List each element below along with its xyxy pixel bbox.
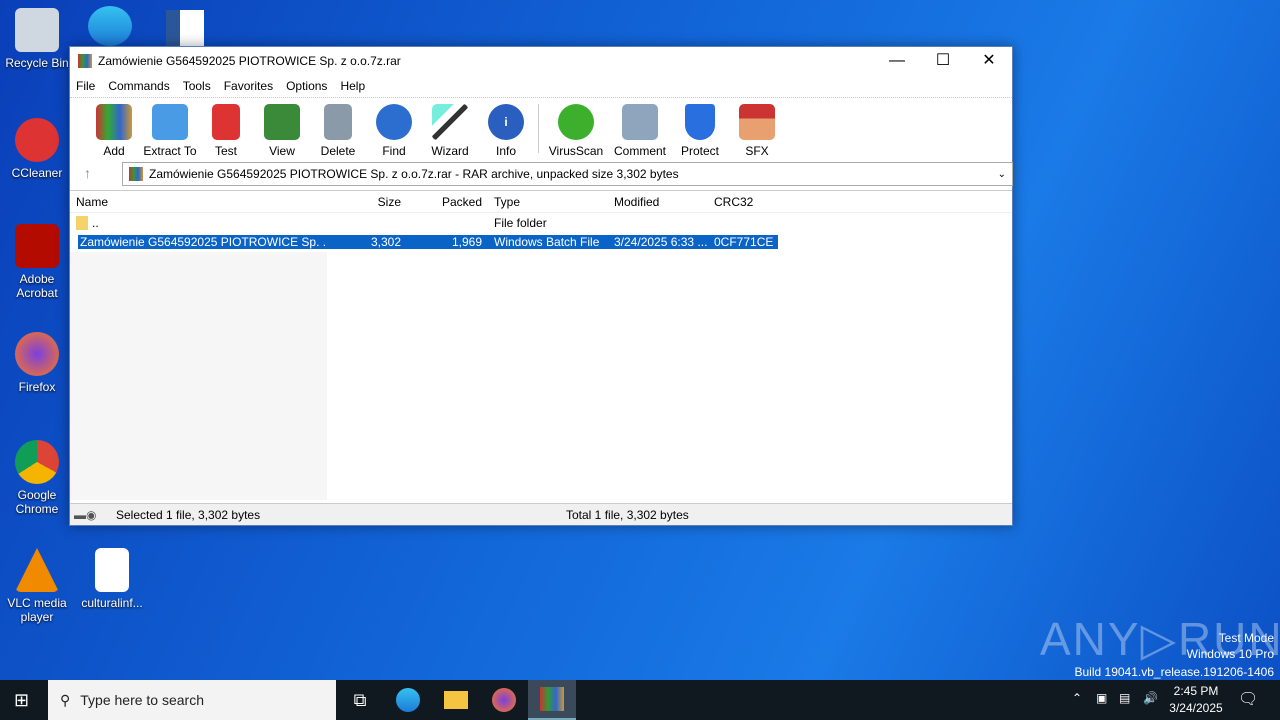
watermark-edition: Windows 10 Pro — [1186, 647, 1274, 661]
view-button[interactable]: View — [254, 98, 310, 159]
window-title: Zamówienie G564592025 PIOTROWICE Sp. z o… — [98, 54, 401, 68]
info-button[interactable]: i Info — [478, 98, 534, 159]
info-icon: i — [488, 104, 524, 140]
ccleaner-icon — [15, 118, 59, 162]
chevron-up-icon[interactable]: ⌃ — [1072, 691, 1082, 705]
address-bar[interactable]: Zamówienie G564592025 PIOTROWICE Sp. z o… — [122, 162, 1013, 186]
menu-bar: File Commands Tools Favorites Options He… — [70, 75, 1012, 97]
recycle-bin-icon — [15, 8, 59, 52]
delete-button[interactable]: Delete — [310, 98, 366, 159]
winrar-icon — [78, 54, 92, 68]
column-header-packed[interactable]: Packed — [407, 195, 488, 209]
wizard-button[interactable]: Wizard — [422, 98, 478, 159]
acrobat-icon — [15, 224, 59, 268]
column-header-type[interactable]: Type — [488, 195, 608, 209]
column-header-name[interactable]: Name — [70, 195, 327, 209]
add-button[interactable]: Add — [86, 98, 142, 159]
sfx-box-icon — [739, 104, 775, 140]
minimize-button[interactable]: — — [874, 47, 920, 75]
close-button[interactable]: ✕ — [966, 47, 1012, 75]
desktop-icon-recycle-bin[interactable]: Recycle Bin — [2, 8, 72, 70]
menu-commands[interactable]: Commands — [108, 79, 169, 93]
desktop-icon-word[interactable] — [166, 10, 204, 46]
drive-icon: ▬◉ — [74, 507, 97, 522]
winrar-taskbar-icon[interactable] — [528, 680, 576, 720]
shield-icon — [685, 104, 715, 140]
folder-icon — [76, 215, 88, 230]
clock[interactable]: 2:45 PM 3/24/2025 — [1166, 683, 1226, 717]
chevron-down-icon[interactable]: ⌄ — [992, 169, 1012, 180]
column-header-crc32[interactable]: CRC32 — [708, 195, 778, 209]
chrome-icon — [15, 440, 59, 484]
book-icon — [264, 104, 300, 140]
volume-icon[interactable]: 🔊 — [1143, 691, 1158, 705]
desktop-icon-vlc[interactable]: VLC media player — [2, 548, 72, 624]
menu-file[interactable]: File — [76, 79, 95, 93]
file-list: Name Size Packed Type Modified CRC32 .. … — [70, 190, 1012, 503]
test-button[interactable]: Test — [198, 98, 254, 159]
name-column-shade — [70, 252, 327, 500]
meet-now-icon[interactable]: ▣ — [1096, 691, 1107, 705]
desktop-icon-acrobat[interactable]: Adobe Acrobat — [2, 224, 72, 300]
archive-add-icon — [96, 104, 132, 140]
address-text: Zamówienie G564592025 PIOTROWICE Sp. z o… — [149, 167, 679, 181]
status-left: Selected 1 file, 3,302 bytes — [116, 507, 261, 522]
firefox-taskbar-icon[interactable] — [480, 680, 528, 720]
sfx-button[interactable]: SFX — [729, 98, 785, 159]
column-headers: Name Size Packed Type Modified CRC32 — [70, 191, 1012, 213]
network-icon[interactable]: ▤ — [1119, 691, 1130, 705]
menu-favorites[interactable]: Favorites — [224, 79, 273, 93]
comment-button[interactable]: Comment — [609, 98, 671, 159]
edge-taskbar-icon[interactable] — [384, 680, 432, 720]
status-right: Total 1 file, 3,302 bytes — [566, 507, 689, 522]
find-button[interactable]: Find — [366, 98, 422, 159]
file-explorer-icon[interactable] — [432, 680, 480, 720]
trash-icon — [324, 104, 352, 140]
task-view-icon[interactable]: ⧉ — [336, 680, 384, 720]
start-button[interactable]: ⊞ — [14, 690, 29, 711]
winrar-window: Zamówienie G564592025 PIOTROWICE Sp. z o… — [69, 46, 1013, 526]
protect-button[interactable]: Protect — [671, 98, 729, 159]
table-row-selected[interactable]: Zamówienie G564592025 PIOTROWICE Sp. ...… — [70, 232, 778, 251]
watermark-build: Build 19041.vb_release.191206-1406 — [1074, 665, 1275, 679]
virus-scan-icon — [558, 104, 594, 140]
taskbar: ⊞ ⚲ Type here to search ⧉ ⌃ ▣ ▤ 🔊 2:45 PM… — [0, 680, 1280, 720]
comment-icon — [622, 104, 658, 140]
menu-options[interactable]: Options — [286, 79, 327, 93]
column-header-size[interactable]: Size — [327, 195, 407, 209]
menu-help[interactable]: Help — [340, 79, 365, 93]
notification-icon[interactable]: 🗨 — [1238, 689, 1258, 709]
taskbar-search[interactable]: ⚲ Type here to search — [48, 680, 336, 720]
virusscan-button[interactable]: VirusScan — [543, 98, 609, 159]
search-icon: ⚲ — [60, 691, 71, 708]
magnifier-icon — [376, 104, 412, 140]
desktop-icon-firefox[interactable]: Firefox — [2, 332, 72, 394]
magic-wand-icon — [432, 104, 468, 140]
menu-tools[interactable]: Tools — [183, 79, 211, 93]
desktop-icon-culturalinf[interactable]: culturalinf... — [77, 548, 147, 610]
toolbar-separator — [538, 104, 539, 153]
clipboard-check-icon — [212, 104, 240, 140]
title-bar: Zamówienie G564592025 PIOTROWICE Sp. z o… — [70, 47, 1012, 75]
desktop-icon-chrome[interactable]: Google Chrome — [2, 440, 72, 516]
vlc-icon — [15, 548, 59, 592]
desktop-icon-edge[interactable] — [88, 6, 132, 46]
column-header-modified[interactable]: Modified — [608, 195, 708, 209]
toolbar: Add Extract To Test View Delete Find Wiz… — [70, 97, 1012, 159]
firefox-icon — [15, 332, 59, 376]
image-file-icon — [95, 548, 129, 592]
extract-to-button[interactable]: Extract To — [142, 98, 198, 159]
desktop-icon-ccleaner[interactable]: CCleaner — [2, 118, 72, 180]
folder-extract-icon — [152, 104, 188, 140]
table-row[interactable]: .. File folder — [70, 213, 1012, 232]
watermark-test-mode: Test Mode — [1218, 631, 1274, 645]
rar-archive-icon — [129, 167, 143, 181]
maximize-button[interactable]: ☐ — [920, 47, 966, 75]
status-bar: ▬◉ Selected 1 file, 3,302 bytes Total 1 … — [70, 503, 1012, 525]
up-arrow-button[interactable]: ↑ — [84, 165, 91, 181]
